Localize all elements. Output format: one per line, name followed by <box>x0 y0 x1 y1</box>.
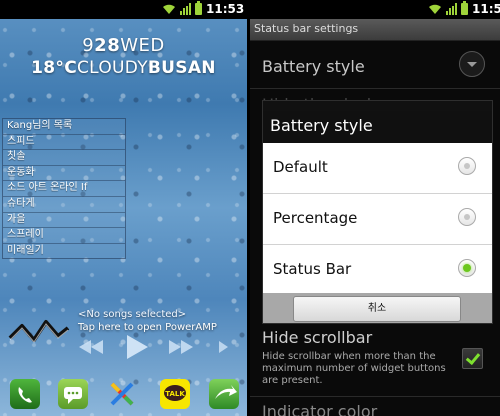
settings-title: Status bar settings <box>254 22 359 35</box>
battery-icon <box>461 1 468 15</box>
dialog-options: Default Percentage Status Bar <box>263 143 492 296</box>
screenshot: 11:53 928WED 18°CCLOUDYBUSAN Kang님의 목록 스… <box>0 0 500 416</box>
dialog-title: Battery style <box>270 116 373 135</box>
status-icons: 11:53 <box>162 1 245 16</box>
poweramp-open-hint[interactable]: Tap here to open PowerAMP <box>78 322 217 333</box>
settings-header: Status bar settings <box>250 19 500 41</box>
playlist-item[interactable]: 칫솔 <box>3 150 125 166</box>
wifi-icon <box>163 4 175 14</box>
weather-temp: 18°C <box>31 58 78 78</box>
battery-icon <box>195 1 202 15</box>
option-default[interactable]: Default <box>263 143 492 194</box>
dropdown-arrow-icon[interactable] <box>459 51 485 77</box>
previous-track-icon[interactable] <box>78 337 104 357</box>
kakaotalk-label: TALK <box>165 390 185 398</box>
radio-button-selected[interactable] <box>458 259 476 277</box>
dialog-button-bar: 취소 <box>263 293 492 323</box>
wifi-icon <box>429 4 441 14</box>
cross-launcher-icon[interactable] <box>107 379 137 409</box>
status-bar-right: 11:53 <box>250 0 500 19</box>
playlist-item[interactable]: 소드 아트 온라인 If <box>3 181 125 197</box>
status-icons: 11:53 <box>428 1 500 16</box>
playlist-item[interactable]: 슈타게 <box>3 197 125 213</box>
radio-button[interactable] <box>458 157 476 175</box>
option-label: Status Bar <box>273 260 352 278</box>
playlist-item[interactable]: 스프레이 <box>3 228 125 244</box>
weather-line[interactable]: 18°CCLOUDYBUSAN <box>0 58 247 78</box>
hide-scrollbar-checkbox[interactable] <box>462 348 483 369</box>
hide-scrollbar-title[interactable]: Hide scrollbar <box>262 328 372 347</box>
dock: TALK <box>0 376 247 416</box>
settings-screen: 11:53 Status bar settings Battery style … <box>250 0 500 416</box>
date-bold: 28 <box>94 35 121 56</box>
menu-arrow-icon[interactable] <box>216 340 230 354</box>
signal-icon <box>446 3 457 15</box>
poweramp-no-song[interactable]: <No songs selected> <box>78 309 186 320</box>
battery-style-setting[interactable]: Battery style <box>262 57 365 76</box>
poweramp-logo-icon <box>8 320 70 343</box>
dialog-title-bar: Battery style <box>263 111 492 143</box>
next-track-icon[interactable] <box>168 337 194 357</box>
indicator-color-setting[interactable]: Indicator color <box>262 402 377 416</box>
date-day: 9 <box>82 35 95 56</box>
hide-scrollbar-desc: Hide scrollbar when more than the maximu… <box>262 351 446 386</box>
playlist-item[interactable]: 운동화 <box>3 166 125 182</box>
playlist-item[interactable]: 가을 <box>3 213 125 229</box>
signal-icon <box>180 3 191 15</box>
divider <box>250 396 500 397</box>
playlist-item[interactable]: Kang님의 목록 <box>3 119 125 135</box>
messages-icon[interactable] <box>58 379 88 409</box>
playlist-item[interactable]: 스피드 <box>3 135 125 151</box>
radio-button[interactable] <box>458 208 476 226</box>
playlist-item[interactable]: 미래일기 <box>3 244 125 259</box>
option-status-bar[interactable]: Status Bar <box>263 245 492 296</box>
status-bar-left: 11:53 <box>0 0 247 19</box>
status-time: 11:53 <box>206 2 245 16</box>
home-screen: 11:53 928WED 18°CCLOUDYBUSAN Kang님의 목록 스… <box>0 0 247 416</box>
date-weekday: WED <box>120 35 165 56</box>
weather-city: BUSAN <box>147 58 216 78</box>
home-arrow-icon[interactable] <box>209 379 239 409</box>
divider <box>250 88 500 89</box>
option-label: Default <box>273 158 328 176</box>
playlist-widget: Kang님의 목록 스피드 칫솔 운동화 소드 아트 온라인 If 슈타게 가을… <box>2 118 126 260</box>
play-icon[interactable] <box>124 333 150 361</box>
cancel-button[interactable]: 취소 <box>293 296 461 322</box>
option-percentage[interactable]: Percentage <box>263 194 492 245</box>
option-label: Percentage <box>273 209 358 227</box>
phone-icon[interactable] <box>10 379 40 409</box>
status-time: 11:53 <box>472 2 500 16</box>
date-line: 928WED <box>0 35 247 56</box>
battery-style-dialog: Battery style Default Percentage Status … <box>262 100 493 324</box>
kakaotalk-icon[interactable]: TALK <box>160 379 190 409</box>
weather-condition: CLOUDY <box>77 58 148 78</box>
